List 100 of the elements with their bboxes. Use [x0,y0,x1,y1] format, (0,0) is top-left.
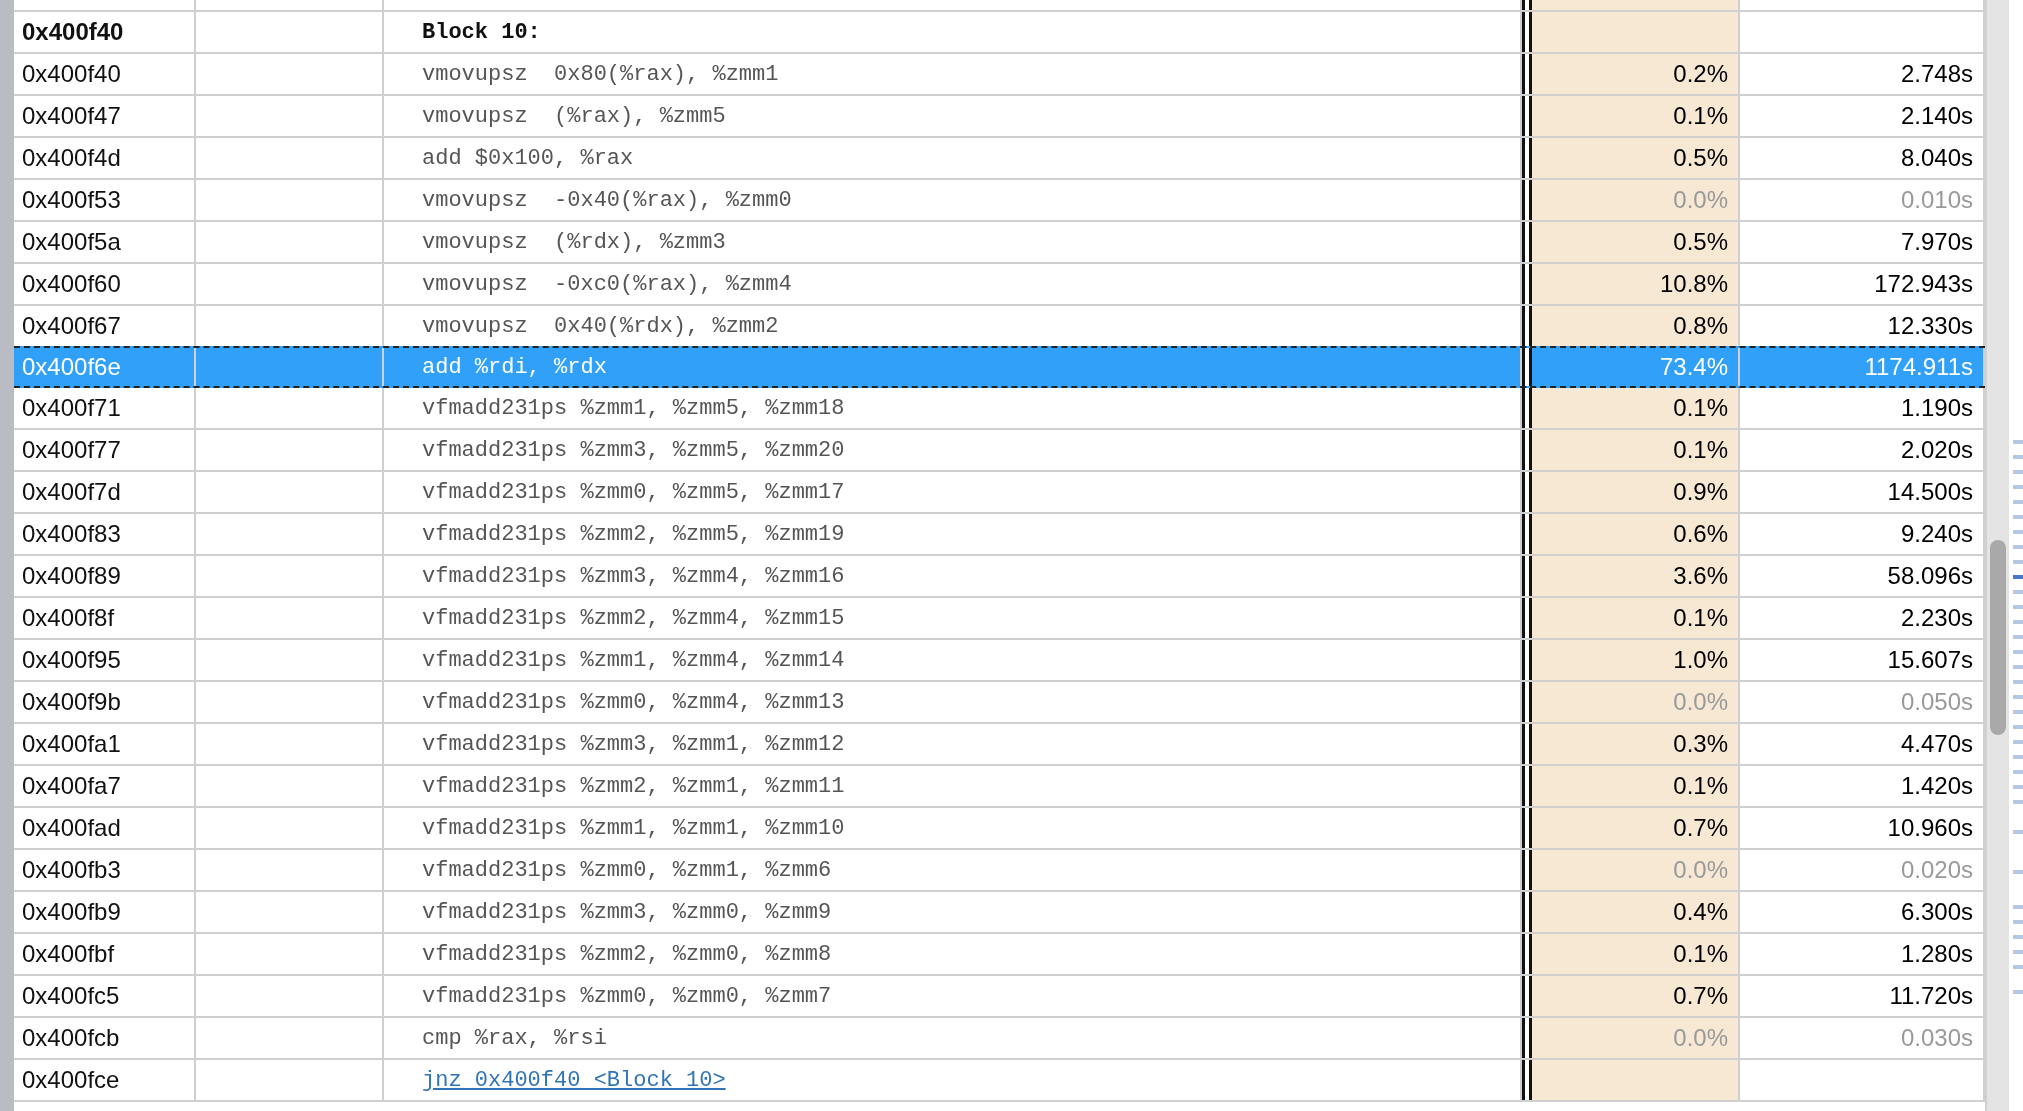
percent-text: 0.0% [1673,688,1728,716]
address-text: 0x400fc5 [22,982,120,1010]
instruction-text: vfmadd231ps %zmm3, %zmm0, %zmm9 [421,899,832,925]
scrollbar-track[interactable] [1985,0,2009,1111]
time-text: 2.230s [1900,604,1973,632]
address-text: 0x400f71 [22,394,121,422]
instruction-text: vfmadd231ps %zmm3, %zmm5, %zmm20 [421,437,845,463]
scrollbar-thumb[interactable] [1990,540,2006,735]
address-text: 0x400f5a [22,228,121,256]
address-text: 0x400f7d [22,478,121,506]
time-text: 172.943s [1874,270,1973,298]
time-text: 9.240s [1900,520,1973,548]
table-row[interactable]: 0x400f7d vfmadd231ps %zmm0, %zmm5, %zmm17 0.9% 14.500s [14,472,1985,514]
table-row[interactable]: 0x400fb9 vfmadd231ps %zmm3, %zmm0, %zmm9 0.4% 6.300s [14,892,1985,934]
time-text: 12.330s [1887,312,1973,340]
table-row[interactable]: 0x400fad vfmadd231ps %zmm1, %zmm1, %zmm10 0.7% 10.960s [14,808,1985,850]
table-row[interactable]: 0x400f5a vmovupsz (%rdx), %zmm3 0.5% 7.970s [14,222,1985,264]
address-text: 0x400f83 [22,520,121,548]
percent-text: 0.5% [1673,144,1728,172]
address-text: 0x400fb3 [22,856,121,884]
time-text: 58.096s [1887,562,1973,590]
instruction-text: vfmadd231ps %zmm3, %zmm4, %zmm16 [421,563,845,589]
time-text: 1174.911s [1864,353,1973,381]
time-text: 4.470s [1900,730,1973,758]
time-text: 11.720s [1889,982,1973,1010]
address-text: 0x400f47 [22,102,121,130]
table-row[interactable]: 0x400f47 vmovupsz (%rax), %zmm5 0.1% 2.140s [14,96,1985,138]
address-text: 0x400f8f [22,604,115,632]
percent-text: 0.1% [1673,102,1728,130]
percent-text: 10.8% [1659,270,1728,298]
address-text: 0x400fad [22,814,121,842]
percent-text: 0.4% [1673,898,1728,926]
address-text: 0x400f9b [22,688,121,716]
percent-text: 0.7% [1673,814,1728,842]
instruction-text: vfmadd231ps %zmm2, %zmm1, %zmm11 [421,773,845,799]
time-text: 15.607s [1887,646,1973,674]
address-text: 0x400f40 [22,60,121,88]
time-text: 0.010s [1900,186,1973,214]
table-row[interactable]: 0x400fbf vfmadd231ps %zmm2, %zmm0, %zmm8 0.1% 1.280s [14,934,1985,976]
instruction-text: vfmadd231ps %zmm2, %zmm4, %zmm15 [421,605,845,631]
time-text: 7.970s [1900,228,1973,256]
address-text: 0x400fbf [22,940,115,968]
table-row[interactable]: 0x400f40 Block 10: [14,12,1985,54]
table-row[interactable]: 0x400f40 vmovupsz 0x80(%rax), %zmm1 0.2% 2.748s [14,54,1985,96]
block-label: Block 10: [421,19,541,45]
table-row[interactable]: 0x400f95 vfmadd231ps %zmm1, %zmm4, %zmm14 1.0% 15.607s [14,640,1985,682]
address-text: 0x400fb9 [22,898,121,926]
address-text: 0x400f67 [22,312,121,340]
percent-text: 0.0% [1673,1024,1728,1052]
instruction-text: vmovupsz (%rax), %zmm5 [421,103,726,129]
table-row[interactable]: 0x400f77 vfmadd231ps %zmm3, %zmm5, %zmm20 0.1% 2.020s [14,430,1985,472]
instruction-text: vfmadd231ps %zmm1, %zmm5, %zmm18 [421,395,845,421]
instruction-text: vfmadd231ps %zmm2, %zmm0, %zmm8 [421,941,832,967]
table-row[interactable]: 0x400fa7 vfmadd231ps %zmm2, %zmm1, %zmm11 0.1% 1.420s [14,766,1985,808]
time-text: 2.140s [1900,102,1973,130]
instruction-text: vfmadd231ps %zmm0, %zmm5, %zmm17 [421,479,845,505]
percent-text: 0.1% [1673,394,1728,422]
table-row[interactable]: 0x400fcb cmp %rax, %rsi 0.0% 0.030s [14,1018,1985,1060]
percent-text: 0.8% [1673,312,1728,340]
table-row[interactable]: 0x400f9b vfmadd231ps %zmm0, %zmm4, %zmm13 0.0% 0.050s [14,682,1985,724]
time-text: 8.040s [1900,144,1973,172]
address-text: 0x400f77 [22,436,121,464]
address-text: 0x400fa7 [22,772,121,800]
address-text: 0x400f53 [22,186,121,214]
table-row[interactable]: 0x400f60 vmovupsz -0xc0(%rax), %zmm4 10.8% 172.943s [14,264,1985,306]
instruction-text: cmp %rax, %rsi [421,1025,607,1051]
table-row[interactable]: 0x400f8f vfmadd231ps %zmm2, %zmm4, %zmm15 0.1% 2.230s [14,598,1985,640]
table-row[interactable]: 0x400fb3 vfmadd231ps %zmm0, %zmm1, %zmm6 0.0% 0.020s [14,850,1985,892]
instruction-text: vfmadd231ps %zmm1, %zmm4, %zmm14 [421,647,845,673]
time-text: 14.500s [1887,478,1973,506]
table-row[interactable]: 0x400fc5 vfmadd231ps %zmm0, %zmm0, %zmm7 0.7% 11.720s [14,976,1985,1018]
address-text: 0x400f95 [22,646,121,674]
instruction-text: vmovupsz -0x40(%rax), %zmm0 [421,187,792,213]
instruction-text: vfmadd231ps %zmm0, %zmm1, %zmm6 [421,857,832,883]
percent-text: 0.7% [1673,982,1728,1010]
table-row[interactable]: 0x400f4d add $0x100, %rax 0.5% 8.040s [14,138,1985,180]
instruction-text: vmovupsz -0xc0(%rax), %zmm4 [421,271,792,297]
instruction-text: vfmadd231ps %zmm1, %zmm1, %zmm10 [421,815,845,841]
instruction-text: add $0x100, %rax [421,145,634,171]
time-text: 0.020s [1900,856,1973,884]
table-row[interactable]: 0x400f89 vfmadd231ps %zmm3, %zmm4, %zmm16 3.6% 58.096s [14,556,1985,598]
percent-text: 0.1% [1673,604,1728,632]
percent-text: 73.4% [1659,353,1728,381]
table-row[interactable]: 0x400f71 vfmadd231ps %zmm1, %zmm5, %zmm18 0.1% 1.190s [14,388,1985,430]
percent-text: 0.0% [1673,186,1728,214]
time-text: 10.960s [1887,814,1973,842]
table-row[interactable]: 0x400f83 vfmadd231ps %zmm2, %zmm5, %zmm19 0.6% 9.240s [14,514,1985,556]
percent-text: 0.1% [1673,940,1728,968]
table-row[interactable]: 0x400fa1 vfmadd231ps %zmm3, %zmm1, %zmm12 0.3% 4.470s [14,724,1985,766]
table-row[interactable]: 0x400f53 vmovupsz -0x40(%rax), %zmm0 0.0% 0.010s [14,180,1985,222]
instruction-text: vfmadd231ps %zmm2, %zmm5, %zmm19 [421,521,845,547]
jump-link[interactable]: jnz 0x400f40 <Block 10> [422,1067,726,1093]
time-text: 0.030s [1900,1024,1973,1052]
time-text: 2.748s [1900,60,1973,88]
percent-text: 0.3% [1673,730,1728,758]
table-row[interactable]: 0x400fce jnz 0x400f40 <Block 10> [14,1060,1985,1102]
address-text: 0x400fa1 [22,730,121,758]
time-text: 1.190s [1900,394,1973,422]
address-text: 0x400f6e [22,353,121,381]
instruction-text: vmovupsz 0x80(%rax), %zmm1 [421,61,779,87]
